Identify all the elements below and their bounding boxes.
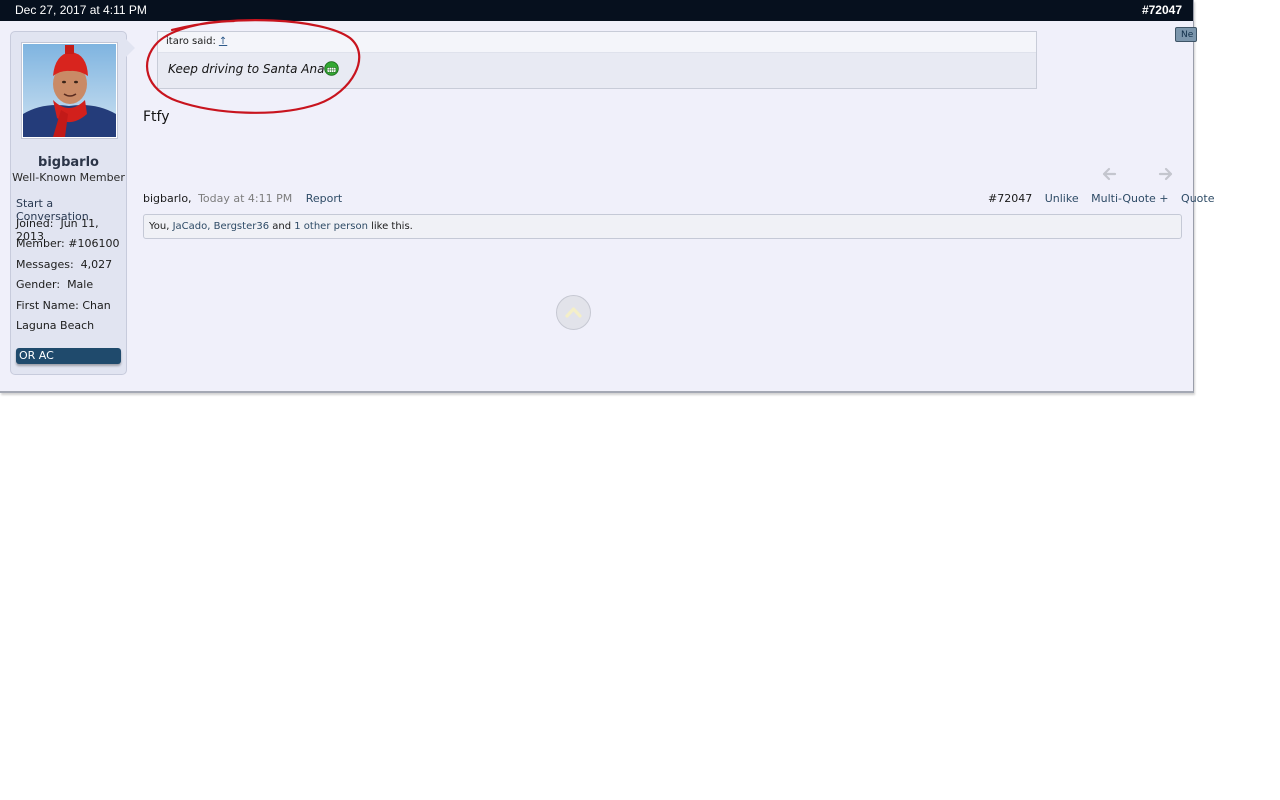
chevron-up-icon [565, 307, 582, 318]
unlike-link[interactable]: Unlike [1045, 192, 1079, 205]
message-post: Dec 27, 2017 at 4:11 PM #72047 bigbarlo … [0, 0, 1214, 393]
likes-user-bergster36[interactable]: Bergster36 [214, 221, 269, 232]
meta-time[interactable]: Today at 4:11 PM [198, 192, 292, 205]
first-name-row: First Name: Chan [16, 299, 111, 312]
quote-block: itaro said: ↑ Keep driving to Santa Ana [157, 31, 1037, 89]
post-controls: #72047 Unlike Multi-Quote + Quote [988, 192, 1214, 205]
post-date: Dec 27, 2017 at 4:11 PM [15, 3, 147, 17]
scroll-to-top-button[interactable] [556, 295, 591, 330]
quote-author: itaro said: ↑ [166, 36, 227, 47]
member-value: #106100 [68, 237, 120, 250]
post-header-bar: Dec 27, 2017 at 4:11 PM #72047 [0, 0, 1193, 21]
messages-row: Messages: 4,027 [16, 258, 112, 271]
user-info-panel: bigbarlo Well-Known Member Start a Conve… [10, 31, 127, 375]
member-label: Member: [16, 237, 65, 250]
meta-author-link[interactable]: bigbarlo, [143, 192, 192, 205]
next-arrow-icon[interactable] [1158, 166, 1174, 185]
likes-and: and [272, 221, 292, 232]
likes-summary: You, JaCado, Bergster36 and 1 other pers… [143, 214, 1182, 239]
likes-others-link[interactable]: 1 other person [294, 221, 368, 232]
quote-link[interactable]: Quote [1181, 192, 1214, 205]
user-badge: OR AC [16, 348, 121, 364]
likes-suffix: like this. [371, 221, 413, 232]
messages-value[interactable]: 4,027 [81, 258, 113, 271]
user-location[interactable]: Laguna Beach [16, 319, 94, 332]
first-name-label: First Name: [16, 299, 79, 312]
likes-user-jacado[interactable]: JaCado, [173, 221, 211, 232]
user-panel-arrow [126, 39, 135, 57]
post-meta: bigbarlo, Today at 4:11 PM Report [143, 192, 342, 205]
avatar[interactable] [22, 43, 117, 138]
username-link[interactable]: bigbarlo [11, 155, 126, 170]
gender-label: Gender: [16, 278, 61, 291]
grin-smiley-icon [324, 61, 339, 79]
post-number-link[interactable]: #72047 [1142, 3, 1182, 17]
messages-label: Messages: [16, 258, 74, 271]
new-button[interactable]: Ne [1175, 27, 1197, 42]
report-link[interactable]: Report [306, 192, 342, 205]
user-title: Well-Known Member [12, 171, 125, 184]
joined-label: Joined: [16, 217, 54, 230]
quote-up-link[interactable]: ↑ [219, 36, 227, 47]
likes-you: You, [149, 221, 170, 232]
first-name-value: Chan [82, 299, 111, 312]
multi-quote-link[interactable]: Multi-Quote + [1091, 192, 1168, 205]
gender-row: Gender: Male [16, 278, 93, 291]
gender-value: Male [67, 278, 94, 291]
member-row: Member: #106100 [16, 237, 119, 250]
previous-arrow-icon[interactable] [1101, 166, 1117, 185]
post-permalink[interactable]: #72047 [988, 192, 1032, 205]
message-text: Ftfy [143, 109, 170, 125]
quote-author-label: itaro said: [166, 36, 216, 47]
quote-header: itaro said: ↑ [158, 32, 1036, 53]
quote-text: Keep driving to Santa Ana [168, 62, 325, 76]
